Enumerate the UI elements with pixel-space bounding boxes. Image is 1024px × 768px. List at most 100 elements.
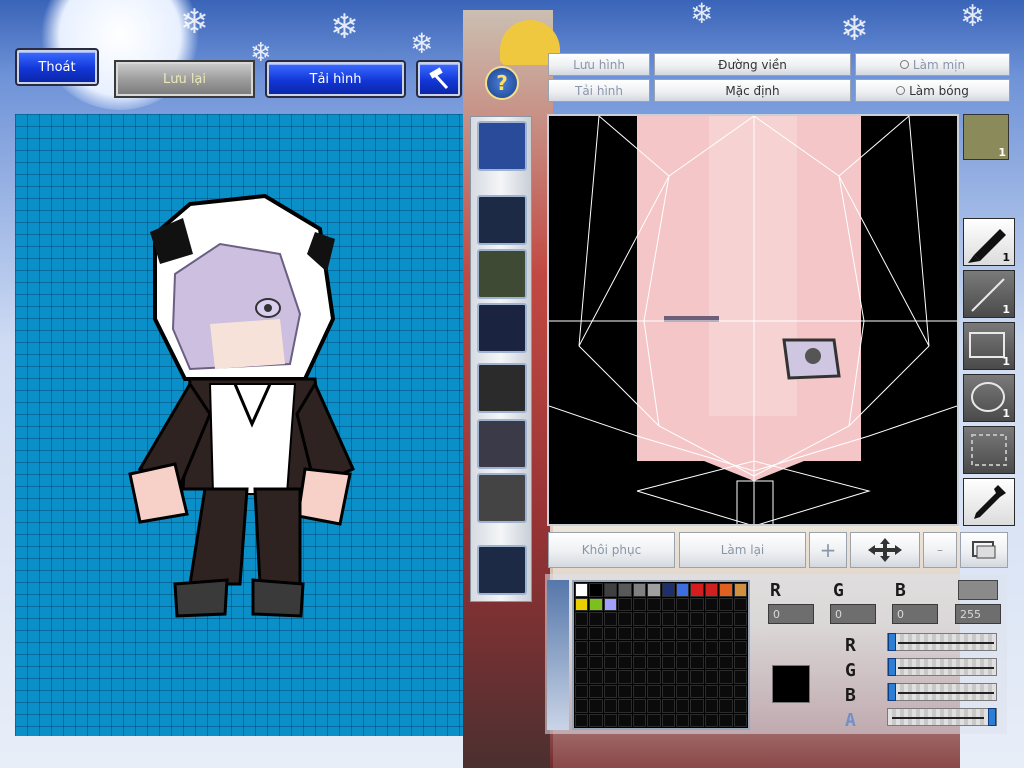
palette-swatch[interactable] (575, 583, 589, 597)
slider-knob[interactable] (988, 708, 996, 726)
red-slider[interactable] (887, 633, 997, 651)
shade-option[interactable]: Làm bóng (855, 79, 1010, 102)
palette-swatch[interactable] (589, 670, 603, 684)
palette-swatch[interactable] (675, 641, 690, 655)
palette-swatch[interactable] (575, 670, 589, 684)
palette-swatch[interactable] (704, 655, 719, 669)
palette-swatch[interactable] (589, 626, 603, 640)
zoom-in-button[interactable]: + (809, 532, 847, 568)
palette-swatch[interactable] (603, 713, 618, 727)
palette-swatch[interactable] (704, 684, 719, 698)
palette-swatch[interactable] (704, 583, 719, 597)
palette-swatch[interactable] (589, 699, 603, 713)
palette-swatch[interactable] (589, 713, 603, 727)
part-thumb-empty[interactable] (477, 545, 527, 595)
palette-swatch[interactable] (733, 597, 747, 611)
palette-swatch[interactable] (618, 641, 632, 655)
palette-swatch[interactable] (719, 699, 733, 713)
part-thumb-gear[interactable] (477, 419, 527, 469)
palette-swatch[interactable] (618, 684, 632, 698)
palette-swatch[interactable] (618, 626, 632, 640)
palette-swatch[interactable] (690, 699, 704, 713)
palette-swatch[interactable] (575, 597, 589, 611)
palette-swatch[interactable] (733, 713, 747, 727)
palette-swatch[interactable] (618, 713, 632, 727)
palette-swatch[interactable] (575, 713, 589, 727)
palette-swatch[interactable] (618, 655, 632, 669)
palette-swatch[interactable] (661, 713, 675, 727)
eyedropper-tool[interactable] (963, 478, 1015, 526)
palette-swatch[interactable] (589, 684, 603, 698)
palette-swatch[interactable] (733, 655, 747, 669)
palette-swatch[interactable] (719, 684, 733, 698)
part-thumb-body[interactable] (477, 303, 527, 353)
palette-swatch[interactable] (575, 684, 589, 698)
palette-swatch[interactable] (690, 655, 704, 669)
slider-knob[interactable] (888, 633, 896, 651)
palette-swatch[interactable] (675, 583, 690, 597)
save-image-button[interactable]: Lưu hình (548, 53, 650, 76)
palette-swatch[interactable] (661, 626, 675, 640)
palette-swatch[interactable] (575, 612, 589, 626)
palette-swatch[interactable] (675, 684, 690, 698)
palette-swatch[interactable] (589, 612, 603, 626)
palette-swatch[interactable] (647, 626, 661, 640)
palette-swatch[interactable] (661, 670, 675, 684)
smooth-option[interactable]: Làm mịn (855, 53, 1010, 76)
palette-swatch[interactable] (675, 699, 690, 713)
slider-knob[interactable] (888, 683, 896, 701)
palette-swatch[interactable] (675, 612, 690, 626)
palette-swatch[interactable] (618, 612, 632, 626)
palette-swatch[interactable] (690, 670, 704, 684)
palette-swatch[interactable] (589, 583, 603, 597)
palette-swatch[interactable] (690, 684, 704, 698)
default-button[interactable]: Mặc định (654, 79, 851, 102)
palette-swatch[interactable] (589, 597, 603, 611)
palette-swatch[interactable] (603, 641, 618, 655)
restore-button[interactable]: Khôi phục (548, 532, 675, 568)
palette-swatch[interactable] (647, 684, 661, 698)
red-value-field[interactable]: 0 (768, 604, 814, 624)
color-palette-grid[interactable] (572, 580, 750, 730)
palette-swatch[interactable] (733, 583, 747, 597)
reload-button[interactable]: Tải hình (267, 62, 404, 96)
palette-swatch[interactable] (603, 583, 618, 597)
save-button[interactable]: Lưu lại (116, 62, 253, 96)
palette-swatch[interactable] (632, 713, 647, 727)
palette-swatch[interactable] (690, 612, 704, 626)
green-slider[interactable] (887, 658, 997, 676)
palette-swatch[interactable] (704, 699, 719, 713)
part-thumb-hood[interactable] (477, 121, 527, 171)
zoom-out-button[interactable]: – (923, 532, 957, 568)
outline-button[interactable]: Đường viền (654, 53, 851, 76)
part-thumb-empty[interactable] (477, 195, 527, 245)
palette-swatch[interactable] (589, 641, 603, 655)
palette-swatch[interactable] (575, 641, 589, 655)
palette-swatch[interactable] (647, 699, 661, 713)
palette-swatch[interactable] (733, 670, 747, 684)
alpha-slider[interactable] (887, 708, 997, 726)
part-thumb-mask[interactable] (477, 249, 527, 299)
palette-swatch[interactable] (618, 597, 632, 611)
palette-swatch[interactable] (618, 583, 632, 597)
palette-swatch[interactable] (719, 583, 733, 597)
palette-swatch[interactable] (575, 699, 589, 713)
palette-swatch[interactable] (675, 626, 690, 640)
palette-swatch[interactable] (690, 583, 704, 597)
palette-swatch[interactable] (661, 655, 675, 669)
palette-swatch[interactable] (733, 626, 747, 640)
blue-slider[interactable] (887, 683, 997, 701)
part-thumb-helmet[interactable] (477, 363, 527, 413)
palette-swatch[interactable] (675, 655, 690, 669)
palette-swatch[interactable] (632, 670, 647, 684)
palette-swatch[interactable] (647, 641, 661, 655)
line-tool[interactable]: 1 (963, 270, 1015, 318)
palette-swatch[interactable] (719, 597, 733, 611)
redo-button[interactable]: Làm lại (679, 532, 806, 568)
rectangle-tool[interactable]: 1 (963, 322, 1015, 370)
palette-swatch[interactable] (603, 670, 618, 684)
palette-swatch[interactable] (719, 641, 733, 655)
palette-swatch[interactable] (589, 655, 603, 669)
palette-swatch[interactable] (690, 641, 704, 655)
palette-swatch[interactable] (618, 699, 632, 713)
